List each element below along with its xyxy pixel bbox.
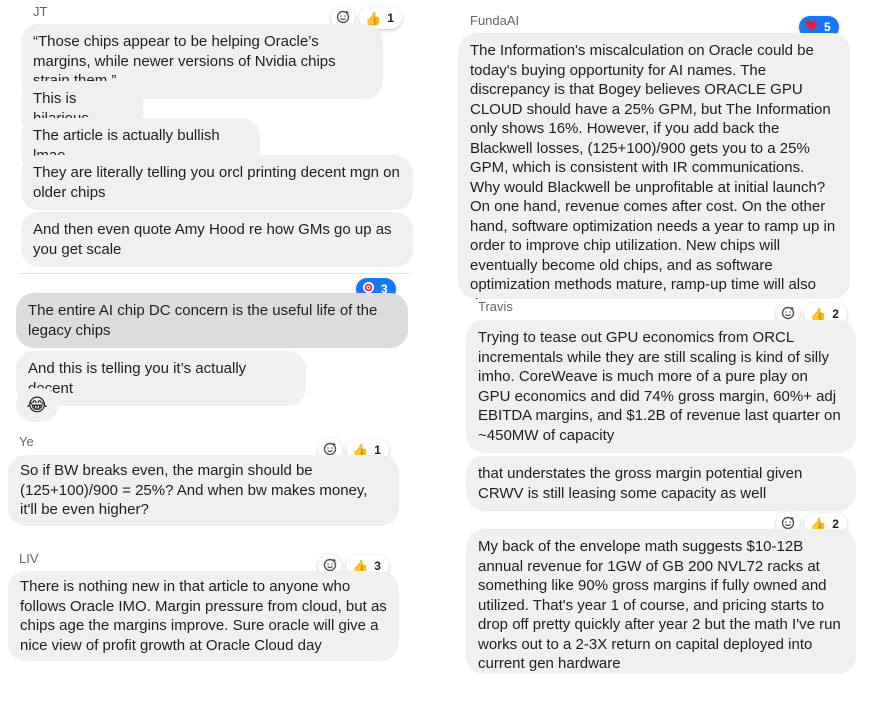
- message-text: And this is telling you it’s actually de…: [28, 360, 247, 397]
- message-text: My back of the envelope math suggests $1…: [478, 538, 841, 672]
- reaction-count: 2: [832, 307, 839, 321]
- message-text: And then even quote Amy Hood re how GMs …: [33, 221, 392, 258]
- sender-name-travis: Travis: [478, 299, 513, 314]
- thumbs-up-icon: 👍: [810, 306, 827, 322]
- message-bubble[interactable]: There is nothing new in that article to …: [8, 571, 399, 661]
- reaction-count: 1: [387, 11, 394, 25]
- message-text: They are literally telling you orcl prin…: [33, 164, 400, 201]
- message-text: There is nothing new in that article to …: [20, 578, 387, 654]
- message-text: Trying to tease out GPU economics from O…: [478, 329, 841, 444]
- message-bubble-selected[interactable]: The entire AI chip DC concern is the use…: [16, 293, 408, 348]
- reaction-count: 5: [824, 20, 831, 34]
- message-bubble[interactable]: My back of the envelope math suggests $1…: [466, 529, 856, 674]
- sender-name-jt: JT: [33, 4, 48, 19]
- message-bubble-emoji[interactable]: 😂: [16, 388, 58, 422]
- message-bubble[interactable]: The Information's miscalculation on Orac…: [458, 33, 850, 299]
- message-bubble[interactable]: And then even quote Amy Hood re how GMs …: [21, 212, 413, 267]
- sender-name-ye: Ye: [19, 434, 34, 449]
- sender-name-liv: LIV: [19, 551, 39, 566]
- message-bubble[interactable]: that understates the gross margin potent…: [466, 456, 856, 511]
- message-bubble[interactable]: Trying to tease out GPU economics from O…: [466, 320, 856, 453]
- message-text: The Information's miscalculation on Orac…: [470, 42, 836, 299]
- laughing-emoji-icon: 😂: [26, 394, 48, 415]
- message-bubble[interactable]: So if BW breaks even, the margin should …: [8, 455, 399, 526]
- thumbs-up-icon: 👍: [365, 10, 382, 26]
- divider: [18, 273, 410, 274]
- message-bubble[interactable]: They are literally telling you orcl prin…: [21, 155, 413, 210]
- message-text: The entire AI chip DC concern is the use…: [28, 302, 378, 339]
- message-text: that understates the gross margin potent…: [478, 465, 803, 502]
- message-bubble[interactable]: And this is telling you it’s actually de…: [16, 351, 306, 406]
- sender-name-fundaai: FundaAI: [470, 13, 520, 28]
- message-text: So if BW breaks even, the margin should …: [20, 462, 368, 518]
